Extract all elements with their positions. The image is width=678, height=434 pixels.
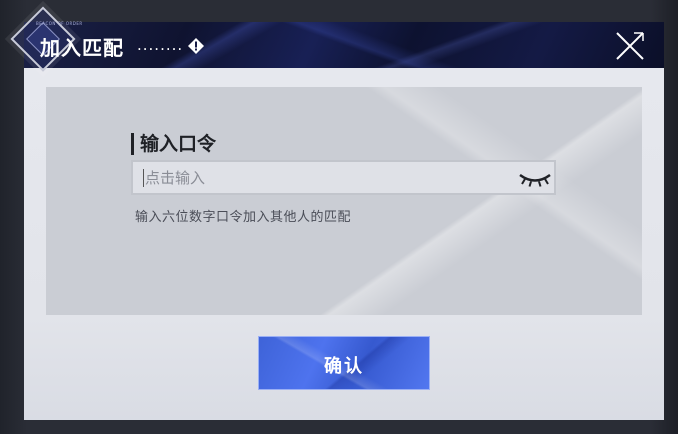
confirm-label: 确认 — [324, 356, 364, 377]
emblem-text: BEACON OF ORDER — [36, 21, 83, 26]
section-marker — [131, 133, 134, 155]
info-diamond-icon[interactable] — [187, 37, 205, 55]
confirm-button[interactable]: 确认 — [258, 336, 430, 390]
text-caret — [143, 169, 144, 187]
passcode-input[interactable] — [145, 165, 505, 191]
passcode-hint: 输入六位数字口令加入其他人的匹配 — [135, 210, 352, 225]
passcode-field[interactable] — [131, 160, 556, 195]
title-dots: ........ — [137, 36, 184, 54]
dialog-title: 加入匹配 — [40, 36, 124, 60]
close-icon — [616, 32, 644, 60]
eye-closed-icon — [519, 173, 551, 187]
toggle-visibility-button[interactable] — [517, 170, 553, 188]
section-label: 输入口令 — [140, 133, 217, 155]
form-area — [46, 87, 642, 315]
close-button[interactable] — [614, 30, 646, 62]
